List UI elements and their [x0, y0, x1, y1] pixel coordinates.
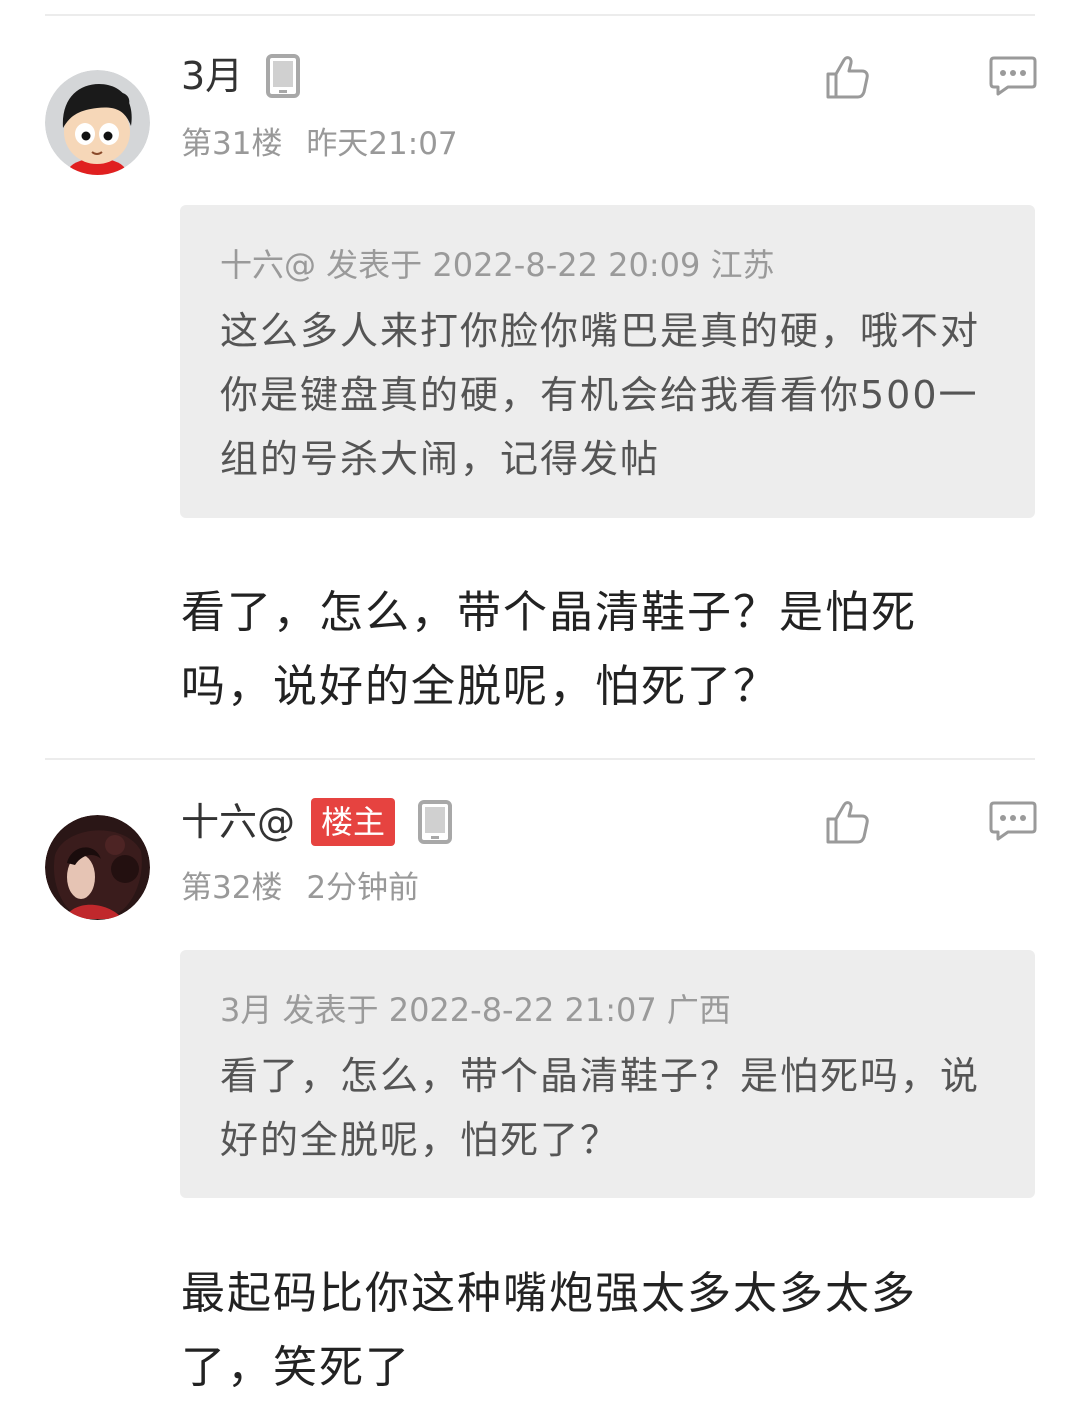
thumbs-up-icon	[826, 56, 869, 99]
reply-button[interactable]	[988, 799, 1038, 843]
post-meta: 第32楼 2分钟前	[181, 868, 419, 908]
quote-header: 3月 发表于 2022-8-22 21:07 广西	[220, 991, 731, 1029]
comment-bubble-icon	[989, 801, 1037, 841]
cartoon-avatar-icon	[45, 70, 150, 175]
avatar[interactable]	[45, 70, 150, 175]
mobile-phone-icon	[417, 799, 453, 845]
post-time: 2分钟前	[306, 870, 420, 906]
post-meta: 第31楼 昨天21:07	[181, 124, 458, 164]
username[interactable]: 十六@	[181, 792, 295, 852]
reply-button[interactable]	[988, 54, 1038, 98]
quote-body: 看了，怎么，带个晶清鞋子？是怕死吗，说好的全脱呢，怕死了？	[220, 1054, 981, 1162]
mobile-phone-icon	[265, 53, 301, 99]
floor-number: 第31楼	[181, 126, 283, 162]
post-time: 昨天21:07	[306, 126, 458, 162]
floor-number: 第32楼	[181, 870, 283, 906]
like-button[interactable]	[822, 52, 872, 102]
comment-bubble-icon	[989, 56, 1037, 96]
post-content: 最起码比你这种嘴炮强太多太多太多了，笑死了	[181, 1268, 917, 1393]
username-row: 十六@ 楼主	[181, 792, 453, 852]
op-badge: 楼主	[311, 798, 396, 846]
post-content: 看了，怎么，带个晶清鞋子？是怕死吗，说好的全脱呢，怕死了？	[181, 587, 917, 712]
quoted-reply: 十六@ 发表于 2022-8-22 20:09 江苏 这么多人来打你脸你嘴巴是真…	[180, 205, 1035, 518]
quote-body: 这么多人来打你脸你嘴巴是真的硬，哦不对你是键盘真的硬，有机会给我看看你500一组…	[220, 309, 981, 481]
avatar[interactable]	[45, 815, 150, 920]
quoted-reply: 3月 发表于 2022-8-22 21:07 广西 看了，怎么，带个晶清鞋子？是…	[180, 950, 1035, 1198]
divider	[45, 14, 1035, 16]
like-button[interactable]	[822, 797, 872, 847]
profile-photo-icon	[45, 815, 150, 920]
thumbs-up-icon	[826, 801, 869, 844]
username-row: 3月	[181, 46, 301, 106]
username[interactable]: 3月	[181, 46, 243, 106]
quote-header: 十六@ 发表于 2022-8-22 20:09 江苏	[220, 246, 775, 284]
divider	[45, 758, 1035, 760]
